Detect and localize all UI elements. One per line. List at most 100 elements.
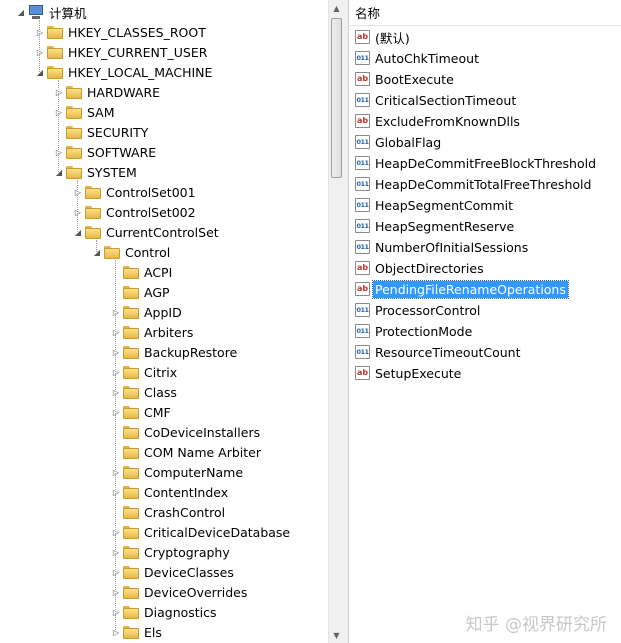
collapsed-arrow-icon[interactable]: ▷	[34, 22, 46, 42]
tree-item-arbiters[interactable]: ▷ Arbiters	[110, 322, 195, 342]
collapsed-arrow-icon[interactable]: ▷	[110, 342, 122, 362]
tree-item-label: HARDWARE	[87, 84, 161, 100]
binary-value-icon: 011	[355, 135, 370, 149]
value-row-heapdecommittotalfreethreshold[interactable]: 011 HeapDeCommitTotalFreeThreshold	[355, 174, 593, 194]
scroll-down-arrow-icon[interactable]: ▼	[329, 627, 344, 643]
collapsed-arrow-icon[interactable]: ▷	[110, 482, 122, 502]
expanded-arrow-icon[interactable]: ◢	[91, 242, 103, 262]
value-row-processorcontrol[interactable]: 011 ProcessorControl	[355, 300, 482, 320]
tree-item-label: CoDeviceInstallers	[144, 424, 261, 440]
value-row-heapsegmentreserve[interactable]: 011 HeapSegmentReserve	[355, 216, 516, 236]
tree-item-label: ControlSet001	[106, 184, 196, 200]
tree-item-sam[interactable]: ▷ SAM	[53, 102, 117, 122]
expanded-arrow-icon[interactable]: ◢	[72, 222, 84, 242]
tree-item-citrix[interactable]: ▷ Citrix	[110, 362, 179, 382]
expanded-arrow-icon[interactable]: ◢	[53, 162, 65, 182]
tree-item-label: HKEY_CURRENT_USER	[68, 44, 208, 60]
collapsed-arrow-icon[interactable]: ▷	[110, 602, 122, 622]
collapsed-arrow-icon[interactable]: ▷	[53, 82, 65, 102]
collapsed-arrow-icon[interactable]: ▷	[34, 42, 46, 62]
value-row-objectdirectories[interactable]: ab ObjectDirectories	[355, 258, 486, 278]
collapsed-arrow-icon[interactable]: ▷	[110, 562, 122, 582]
tree-item-agp[interactable]: AGP	[110, 282, 172, 302]
collapsed-arrow-icon[interactable]: ▷	[110, 402, 122, 422]
tree-item-crashcontrol[interactable]: CrashControl	[110, 502, 227, 522]
tree-item-controlset002[interactable]: ▷ ControlSet002	[72, 202, 198, 222]
scrollbar-thumb[interactable]	[331, 18, 342, 178]
value-row-resourcetimeoutcount[interactable]: 011 ResourceTimeoutCount	[355, 342, 523, 362]
value-name: HeapSegmentReserve	[375, 218, 515, 234]
tree-item-controlset001[interactable]: ▷ ControlSet001	[72, 182, 198, 202]
collapsed-arrow-icon[interactable]: ▷	[110, 362, 122, 382]
tree-item-software[interactable]: ▷ SOFTWARE	[53, 142, 158, 162]
tree-item-codeviceinstallers[interactable]: CoDeviceInstallers	[110, 422, 262, 442]
expanded-arrow-icon[interactable]: ◢	[34, 62, 46, 82]
value-row-criticalsectiontimeout[interactable]: 011 CriticalSectionTimeout	[355, 90, 518, 110]
tree-item-diagnostics[interactable]: ▷ Diagnostics	[110, 602, 219, 622]
collapsed-arrow-icon[interactable]: ▷	[72, 182, 84, 202]
tree-vertical-scrollbar[interactable]: ▲ ▼	[328, 0, 344, 643]
value-row-autochktimeout[interactable]: 011 AutoChkTimeout	[355, 48, 481, 68]
string-value-icon: ab	[355, 282, 370, 296]
collapsed-arrow-icon[interactable]: ▷	[110, 542, 122, 562]
value-row-numberofinitialsessions[interactable]: 011 NumberOfInitialSessions	[355, 237, 530, 257]
tree-item-cryptography[interactable]: ▷ Cryptography	[110, 542, 232, 562]
expanded-arrow-icon[interactable]: ◢	[15, 2, 27, 22]
collapsed-arrow-icon[interactable]: ▷	[110, 582, 122, 602]
registry-values-list[interactable]: 名称 ab (默认) 011 AutoChkTimeout ab BootExecute 0…	[349, 0, 621, 643]
tree-item-root[interactable]: ◢ 计算机	[15, 2, 89, 22]
value-name: PendingFileRenameOperations	[372, 279, 569, 299]
tree-item-currentcontrolset[interactable]: ◢ CurrentControlSet	[72, 222, 221, 242]
folder-icon	[123, 305, 139, 319]
folder-icon	[123, 345, 139, 359]
collapsed-arrow-icon[interactable]: ▷	[72, 202, 84, 222]
tree-item-criticaldevicedatabase[interactable]: ▷ CriticalDeviceDatabase	[110, 522, 292, 542]
value-row-heapdecommitfreeblockthreshold[interactable]: 011 HeapDeCommitFreeBlockThreshold	[355, 153, 598, 173]
tree-item-label: BackupRestore	[144, 344, 238, 360]
tree-item-computername[interactable]: ▷ ComputerName	[110, 462, 245, 482]
folder-icon	[85, 225, 101, 239]
folder-icon	[66, 145, 82, 159]
tree-item-com-name-arbiter[interactable]: COM Name Arbiter	[110, 442, 263, 462]
tree-item-hardware[interactable]: ▷ HARDWARE	[53, 82, 162, 102]
value-row-excludefromknowndlls[interactable]: ab ExcludeFromKnownDlls	[355, 111, 522, 131]
scroll-up-arrow-icon[interactable]: ▲	[329, 0, 344, 16]
tree-item-class[interactable]: ▷ Class	[110, 382, 179, 402]
tree-item-label: SYSTEM	[87, 164, 137, 180]
tree-item-system[interactable]: ◢ SYSTEM	[53, 162, 139, 182]
folder-icon	[123, 485, 139, 499]
tree-item-deviceclasses[interactable]: ▷ DeviceClasses	[110, 562, 236, 582]
value-row-root[interactable]: ab (默认)	[355, 27, 412, 47]
registry-key-tree[interactable]: ◢ 计算机 ▷ HKEY_CLASSES_ROOT ▷ HKEY_CURRENT_USER…	[0, 0, 328, 643]
collapsed-arrow-icon[interactable]: ▷	[53, 142, 65, 162]
column-header-name[interactable]: 名称	[349, 0, 621, 26]
collapsed-arrow-icon[interactable]: ▷	[110, 322, 122, 342]
value-row-pendingfilerenameoperations[interactable]: ab PendingFileRenameOperations	[355, 279, 569, 299]
tree-item-acpi[interactable]: ACPI	[110, 262, 174, 282]
value-row-heapsegmentcommit[interactable]: 011 HeapSegmentCommit	[355, 195, 515, 215]
tree-item-contentindex[interactable]: ▷ ContentIndex	[110, 482, 230, 502]
tree-item-control[interactable]: ◢ Control	[91, 242, 172, 262]
collapsed-arrow-icon[interactable]: ▷	[110, 302, 122, 322]
value-row-bootexecute[interactable]: ab BootExecute	[355, 69, 456, 89]
collapsed-arrow-icon[interactable]: ▷	[110, 622, 122, 642]
tree-item-hkey-local-machine[interactable]: ◢ HKEY_LOCAL_MACHINE	[34, 62, 214, 82]
tree-item-security[interactable]: SECURITY	[53, 122, 150, 142]
collapsed-arrow-icon[interactable]: ▷	[53, 102, 65, 122]
collapsed-arrow-icon[interactable]: ▷	[110, 382, 122, 402]
tree-guide-line	[115, 260, 116, 632]
value-row-globalflag[interactable]: 011 GlobalFlag	[355, 132, 443, 152]
tree-item-hkey-classes-root[interactable]: ▷ HKEY_CLASSES_ROOT	[34, 22, 208, 42]
value-row-setupexecute[interactable]: ab SetupExecute	[355, 363, 463, 383]
tree-item-appid[interactable]: ▷ AppID	[110, 302, 184, 322]
binary-value-icon: 011	[355, 240, 370, 254]
tree-item-deviceoverrides[interactable]: ▷ DeviceOverrides	[110, 582, 249, 602]
collapsed-arrow-icon[interactable]: ▷	[110, 522, 122, 542]
tree-item-hkey-current-user[interactable]: ▷ HKEY_CURRENT_USER	[34, 42, 209, 62]
tree-item-cmf[interactable]: ▷ CMF	[110, 402, 173, 422]
collapsed-arrow-icon[interactable]: ▷	[110, 462, 122, 482]
folder-icon	[123, 545, 139, 559]
tree-item-els[interactable]: ▷ Els	[110, 622, 164, 642]
tree-item-backuprestore[interactable]: ▷ BackupRestore	[110, 342, 239, 362]
value-row-protectionmode[interactable]: 011 ProtectionMode	[355, 321, 474, 341]
